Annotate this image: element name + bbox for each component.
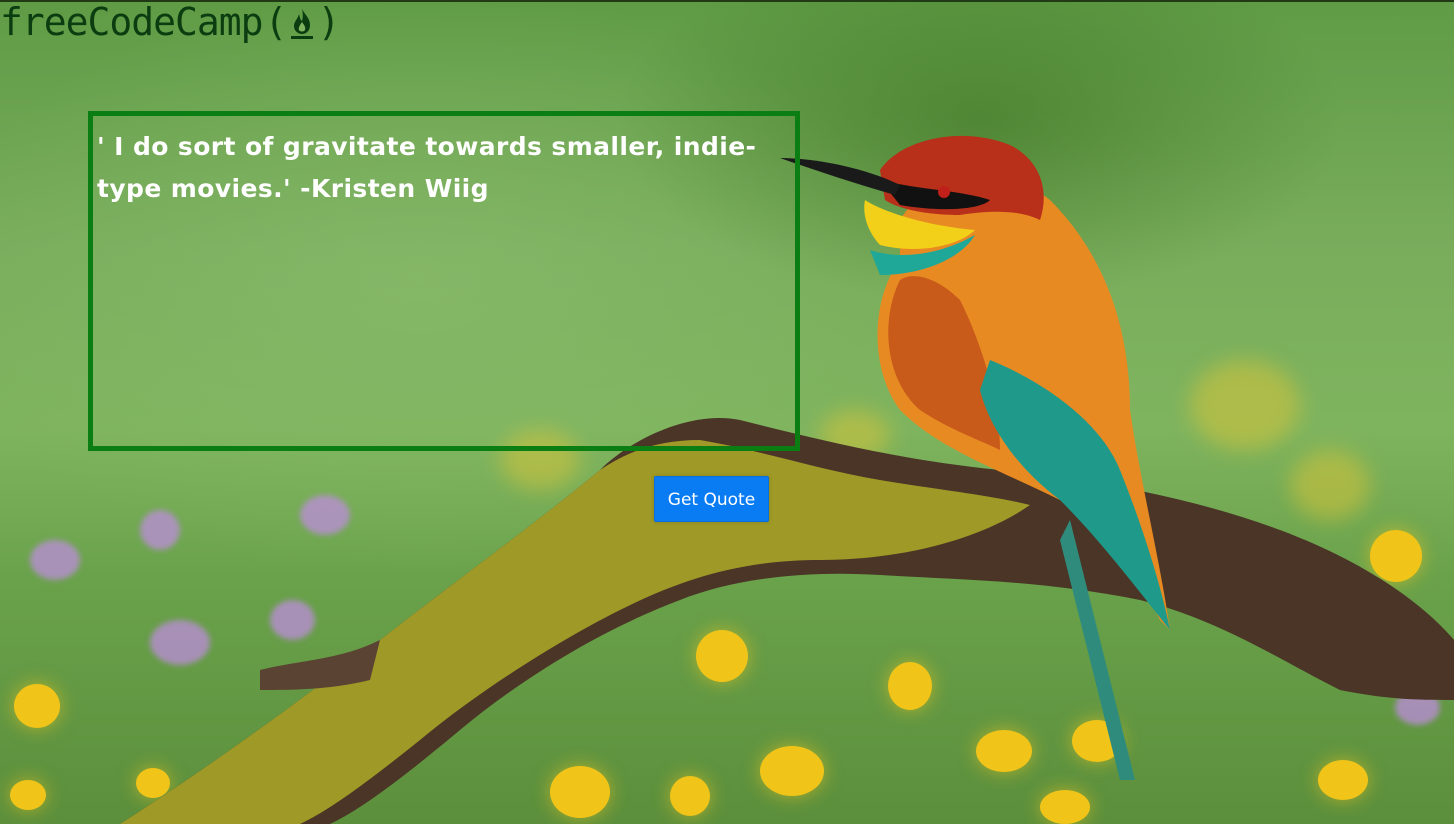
freecodecamp-logo[interactable]: freeCodeCamp ( ) <box>0 0 340 44</box>
flame-icon <box>287 3 317 41</box>
brand-mark: ( ) <box>265 3 341 41</box>
quote-box: ' I do sort of gravitate towards smaller… <box>88 111 800 451</box>
get-quote-button[interactable]: Get Quote <box>654 476 769 522</box>
brand-name: freeCodeCamp <box>0 0 264 44</box>
page-background: freeCodeCamp ( ) ' I do sort of gravitat… <box>0 0 1454 824</box>
open-paren: ( <box>264 0 288 44</box>
quote-text: ' I do sort of gravitate towards smaller… <box>97 132 757 203</box>
close-paren: ) <box>317 0 341 44</box>
